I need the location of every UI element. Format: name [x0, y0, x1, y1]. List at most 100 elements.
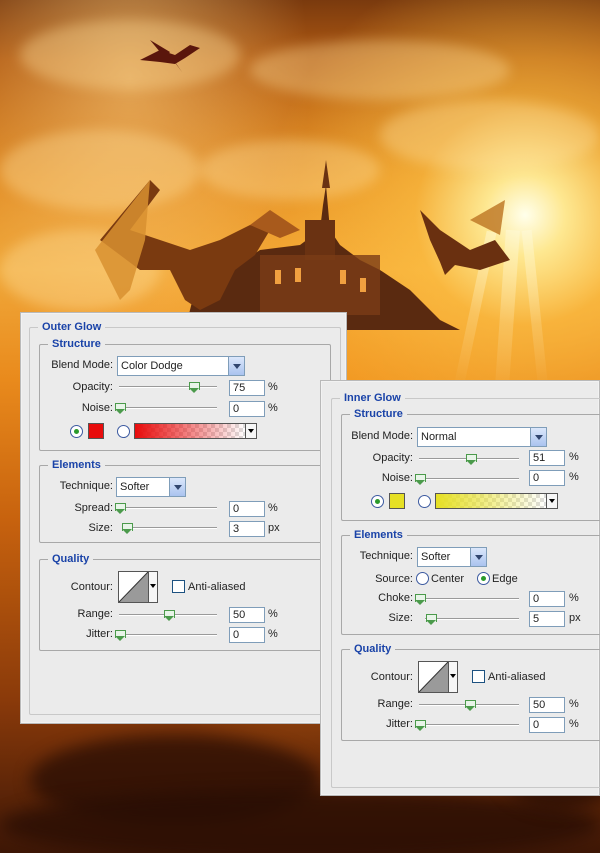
source-center-radio[interactable] — [416, 572, 429, 585]
noise-slider-track[interactable] — [119, 407, 217, 409]
color-radio[interactable] — [70, 425, 83, 438]
source-edge-radio[interactable] — [477, 572, 490, 585]
contour-picker[interactable] — [418, 661, 458, 693]
outer-glow-dialog: Outer Glow Structure Blend Mode: Color D… — [20, 312, 347, 724]
spread-label: Spread: — [74, 502, 113, 514]
size-unit: px — [569, 612, 581, 624]
contour-picker[interactable] — [118, 571, 158, 603]
glow-color-swatch[interactable] — [389, 493, 405, 509]
gradient-dropdown-icon[interactable] — [546, 494, 557, 508]
jitter-input[interactable]: 0 — [529, 717, 565, 733]
chevron-down-icon[interactable] — [169, 478, 185, 496]
jitter-slider-track[interactable] — [119, 634, 217, 636]
blend-mode-dropdown[interactable]: Normal — [417, 427, 547, 447]
gradient-picker[interactable] — [435, 493, 558, 509]
quality-title: Quality — [350, 643, 396, 655]
color-radio[interactable] — [371, 495, 384, 508]
opacity-label: Opacity: — [72, 381, 113, 393]
noise-input[interactable]: 0 — [529, 470, 565, 486]
size-label: Size: — [88, 522, 113, 534]
noise-slider-track[interactable] — [419, 478, 519, 480]
gradient-radio[interactable] — [418, 495, 431, 508]
elements-title: Elements — [350, 529, 407, 541]
technique-value: Softer — [421, 551, 451, 563]
chevron-down-icon[interactable] — [228, 357, 244, 375]
gradient-dropdown-icon[interactable] — [245, 424, 256, 438]
spread-input[interactable]: 0 — [229, 501, 265, 517]
range-slider-thumb[interactable] — [164, 610, 175, 621]
blend-mode-value: Normal — [421, 431, 457, 443]
anti-aliased-checkbox[interactable] — [172, 580, 185, 593]
opacity-input[interactable]: 75 — [229, 380, 265, 396]
anti-aliased-label: Anti-aliased — [188, 581, 246, 593]
technique-label: Technique: — [359, 550, 413, 562]
glow-color-swatch[interactable] — [88, 423, 104, 439]
size-input[interactable]: 3 — [229, 521, 265, 537]
choke-slider-thumb[interactable] — [415, 594, 426, 605]
opacity-slider-track[interactable] — [119, 386, 217, 388]
size-input[interactable]: 5 — [529, 611, 565, 627]
opacity-slider-thumb[interactable] — [188, 382, 200, 393]
noise-unit: % — [569, 471, 579, 483]
gradient-radio[interactable] — [117, 425, 130, 438]
jitter-unit: % — [569, 718, 579, 730]
opacity-unit: % — [569, 451, 579, 463]
opacity-input[interactable]: 51 — [529, 450, 565, 466]
range-input[interactable]: 50 — [529, 697, 565, 713]
chevron-down-icon[interactable] — [530, 428, 546, 446]
spread-unit: % — [268, 502, 278, 514]
jitter-label: Jitter: — [86, 628, 113, 640]
opacity-slider-thumb[interactable] — [466, 454, 477, 465]
gradient-preview — [135, 424, 245, 438]
jitter-slider-thumb[interactable] — [415, 720, 426, 731]
size-unit: px — [268, 522, 280, 534]
technique-dropdown[interactable]: Softer — [417, 547, 487, 567]
gradient-picker[interactable] — [134, 423, 257, 439]
jitter-label: Jitter: — [386, 718, 413, 730]
noise-slider-thumb[interactable] — [415, 474, 426, 485]
elements-title: Elements — [48, 459, 105, 471]
jitter-unit: % — [268, 628, 278, 640]
size-slider-thumb[interactable] — [425, 614, 437, 625]
choke-slider-track[interactable] — [419, 598, 519, 600]
jitter-slider-track[interactable] — [419, 724, 519, 726]
technique-dropdown[interactable]: Softer — [116, 477, 186, 497]
blend-mode-label: Blend Mode: — [351, 430, 413, 442]
jitter-input[interactable]: 0 — [229, 627, 265, 643]
contour-preview-icon — [119, 572, 148, 602]
source-label: Source: — [375, 573, 413, 585]
blend-mode-value: Color Dodge — [121, 360, 183, 372]
contour-preview-icon — [419, 662, 448, 692]
anti-aliased-checkbox[interactable] — [472, 670, 485, 683]
contour-label: Contour: — [70, 581, 113, 593]
blend-mode-label: Blend Mode: — [51, 359, 113, 371]
blend-mode-dropdown[interactable]: Color Dodge — [117, 356, 245, 376]
size-label: Size: — [388, 612, 413, 624]
noise-slider-thumb[interactable] — [115, 403, 126, 414]
choke-input[interactable]: 0 — [529, 591, 565, 607]
range-unit: % — [268, 608, 278, 620]
jitter-slider-thumb[interactable] — [115, 630, 126, 641]
contour-dropdown-icon[interactable] — [448, 662, 457, 692]
inner-glow-dialog: Inner Glow Structure Blend Mode: Normal … — [320, 380, 600, 796]
contour-label: Contour: — [370, 671, 413, 683]
range-slider-thumb[interactable] — [465, 700, 476, 711]
range-unit: % — [569, 698, 579, 710]
size-slider-track[interactable] — [425, 618, 519, 620]
quality-title: Quality — [48, 553, 94, 565]
contour-dropdown-icon[interactable] — [148, 572, 157, 602]
size-slider-thumb[interactable] — [121, 523, 133, 534]
spread-slider-track[interactable] — [119, 507, 217, 509]
structure-title: Structure — [350, 408, 407, 420]
range-input[interactable]: 50 — [229, 607, 265, 623]
spread-slider-thumb[interactable] — [115, 503, 126, 514]
choke-unit: % — [569, 592, 579, 604]
chevron-down-icon[interactable] — [470, 548, 486, 566]
noise-label: Noise: — [381, 472, 413, 484]
source-center-label: Center — [431, 573, 465, 585]
size-slider-track[interactable] — [123, 527, 217, 529]
inner-glow-title: Inner Glow — [340, 392, 405, 404]
small-dragon-illustration — [140, 40, 200, 72]
noise-input[interactable]: 0 — [229, 401, 265, 417]
gradient-preview — [436, 494, 546, 508]
